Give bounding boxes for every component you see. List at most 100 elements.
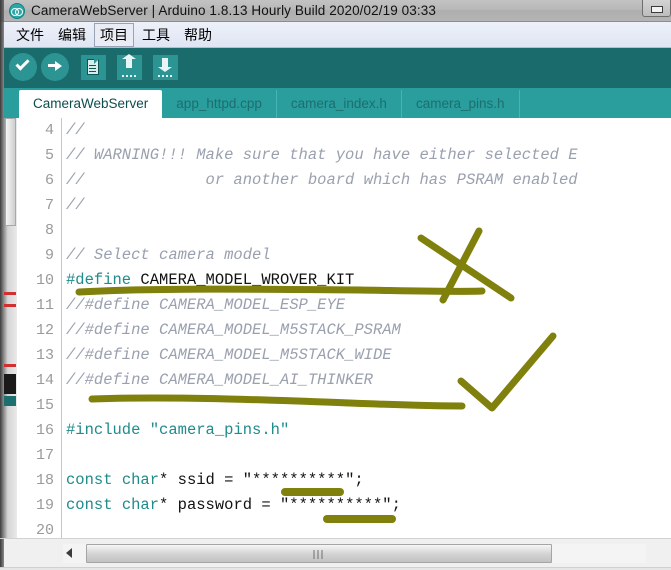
code-token: // or another board which has PSRAM enab… <box>66 171 578 189</box>
scrollbar-marker <box>4 396 16 406</box>
minimize-button[interactable] <box>642 0 671 17</box>
code-line[interactable]: // WARNING!!! Make sure that you have ei… <box>63 143 671 168</box>
code-line[interactable]: // <box>63 193 671 218</box>
code-token: // <box>66 196 85 214</box>
code-line[interactable]: //#define CAMERA_MODEL_M5STACK_PSRAM <box>63 318 671 343</box>
line-number: 14 <box>35 372 54 389</box>
tab-strip: CameraWebServer app_httpd.cpp camera_ind… <box>0 88 671 118</box>
arduino-logo-icon <box>9 2 25 19</box>
code-token: "camera_pins.h" <box>149 421 290 439</box>
code-line[interactable]: //#define CAMERA_MODEL_AI_THINKER <box>63 368 671 393</box>
line-number-gutter: 4 5 6 7 8 9 10 11 12 13 14 15 16 17 18 19 20 <box>17 118 62 538</box>
line-number: 5 <box>44 147 54 164</box>
tab-camerawebserver[interactable]: CameraWebServer <box>19 90 163 118</box>
menu-item-edit[interactable]: 编辑 <box>52 23 92 47</box>
line-number: 7 <box>44 197 54 214</box>
code-token: char <box>121 471 160 489</box>
window-title: CameraWebServer | Arduino 1.8.13 Hourly … <box>31 3 436 18</box>
code-line[interactable] <box>63 218 671 243</box>
menu-item-help[interactable]: 帮助 <box>178 23 218 47</box>
code-token: //#define CAMERA_MODEL_M5STACK_WIDE <box>66 346 392 364</box>
horizontal-scrollbar-thumb[interactable] <box>86 544 552 563</box>
menu-item-tools[interactable]: 工具 <box>136 23 176 47</box>
arrow-right-circle-icon <box>41 53 69 81</box>
code-token: // <box>66 121 85 139</box>
verify-button[interactable] <box>9 53 39 83</box>
code-line[interactable] <box>63 393 671 418</box>
new-file-icon <box>81 55 106 80</box>
code-line[interactable] <box>63 518 671 538</box>
code-token: //#define CAMERA_MODEL_ESP_EYE <box>66 296 346 314</box>
arrow-up-icon <box>117 54 142 80</box>
new-button[interactable] <box>81 53 111 83</box>
line-number: 20 <box>35 522 54 538</box>
line-number: 18 <box>35 472 54 489</box>
window-left-edge-toolbar <box>0 48 4 88</box>
code-token: #include <box>66 421 141 439</box>
code-token: CAMERA_MODEL_WROVER_KIT <box>131 271 355 289</box>
horizontal-scrollbar[interactable] <box>0 538 671 570</box>
code-token: #define <box>66 271 132 289</box>
line-number: 4 <box>44 122 54 139</box>
code-content[interactable]: // // WARNING!!! Make sure that you have … <box>63 118 671 538</box>
arrow-down-icon <box>153 55 178 80</box>
menu-bar: 文件 编辑 项目 工具 帮助 <box>0 22 671 48</box>
line-number: 8 <box>44 222 54 239</box>
arrow-left-icon[interactable] <box>66 548 72 558</box>
scrollbar-marker <box>4 364 16 367</box>
arduino-ide-window: CameraWebServer | Arduino 1.8.13 Hourly … <box>0 0 671 570</box>
line-number: 16 <box>35 422 54 439</box>
window-controls <box>642 0 671 22</box>
menu-item-file[interactable]: 文件 <box>10 23 50 47</box>
code-line[interactable]: // Select camera model <box>63 243 671 268</box>
code-token: * password = "**********"; <box>159 496 401 514</box>
line-number: 19 <box>35 497 54 514</box>
code-line[interactable]: //#define CAMERA_MODEL_ESP_EYE <box>63 293 671 318</box>
scrollbar-marker <box>4 374 16 394</box>
title-bar: CameraWebServer | Arduino 1.8.13 Hourly … <box>0 0 671 22</box>
open-button[interactable] <box>117 53 147 83</box>
code-token: // Select camera model <box>66 246 271 264</box>
window-left-edge-hscroll <box>0 539 4 570</box>
code-token: //#define CAMERA_MODEL_M5STACK_PSRAM <box>66 321 401 339</box>
line-number: 12 <box>35 322 54 339</box>
code-line[interactable]: // <box>63 118 671 143</box>
window-left-edge-tabs <box>0 88 4 118</box>
line-number: 15 <box>35 397 54 414</box>
code-line[interactable]: const char* ssid = "**********"; <box>63 468 671 493</box>
tab-camera-index-h[interactable]: camera_index.h <box>276 90 402 118</box>
tab-app-httpd-cpp[interactable]: app_httpd.cpp <box>162 90 277 118</box>
code-line[interactable]: #include "camera_pins.h" <box>63 418 671 443</box>
minimize-icon <box>651 6 663 13</box>
line-number: 6 <box>44 172 54 189</box>
scrollbar-marker <box>4 304 16 307</box>
vertical-scrollbar[interactable] <box>0 118 17 538</box>
line-number: 13 <box>35 347 54 364</box>
code-token: //#define CAMERA_MODEL_AI_THINKER <box>66 371 373 389</box>
line-number: 9 <box>44 247 54 264</box>
code-token: // WARNING!!! Make sure that you have ei… <box>66 146 578 164</box>
code-line[interactable]: const char* password = "**********"; <box>63 493 671 518</box>
upload-button[interactable] <box>41 53 71 83</box>
save-button[interactable] <box>153 53 183 83</box>
grip-icon <box>313 550 325 559</box>
code-token: const <box>66 496 113 514</box>
code-token: * ssid = "**********"; <box>159 471 364 489</box>
line-number: 17 <box>35 447 54 464</box>
code-line[interactable]: //#define CAMERA_MODEL_M5STACK_WIDE <box>63 343 671 368</box>
line-number: 11 <box>35 297 54 314</box>
window-left-edge <box>0 0 4 22</box>
code-token: const <box>66 471 113 489</box>
tab-camera-pins-h[interactable]: camera_pins.h <box>401 90 520 118</box>
code-line[interactable]: #define CAMERA_MODEL_WROVER_KIT <box>63 268 671 293</box>
vertical-scrollbar-thumb[interactable] <box>5 118 16 226</box>
menu-item-sketch[interactable]: 项目 <box>94 22 134 47</box>
code-line[interactable]: // or another board which has PSRAM enab… <box>63 168 671 193</box>
code-editor[interactable]: 4 5 6 7 8 9 10 11 12 13 14 15 16 17 18 19 20 // // WARNIN… <box>0 118 671 538</box>
scrollbar-marker <box>4 292 16 295</box>
code-line[interactable] <box>63 443 671 468</box>
line-number: 10 <box>35 272 54 289</box>
